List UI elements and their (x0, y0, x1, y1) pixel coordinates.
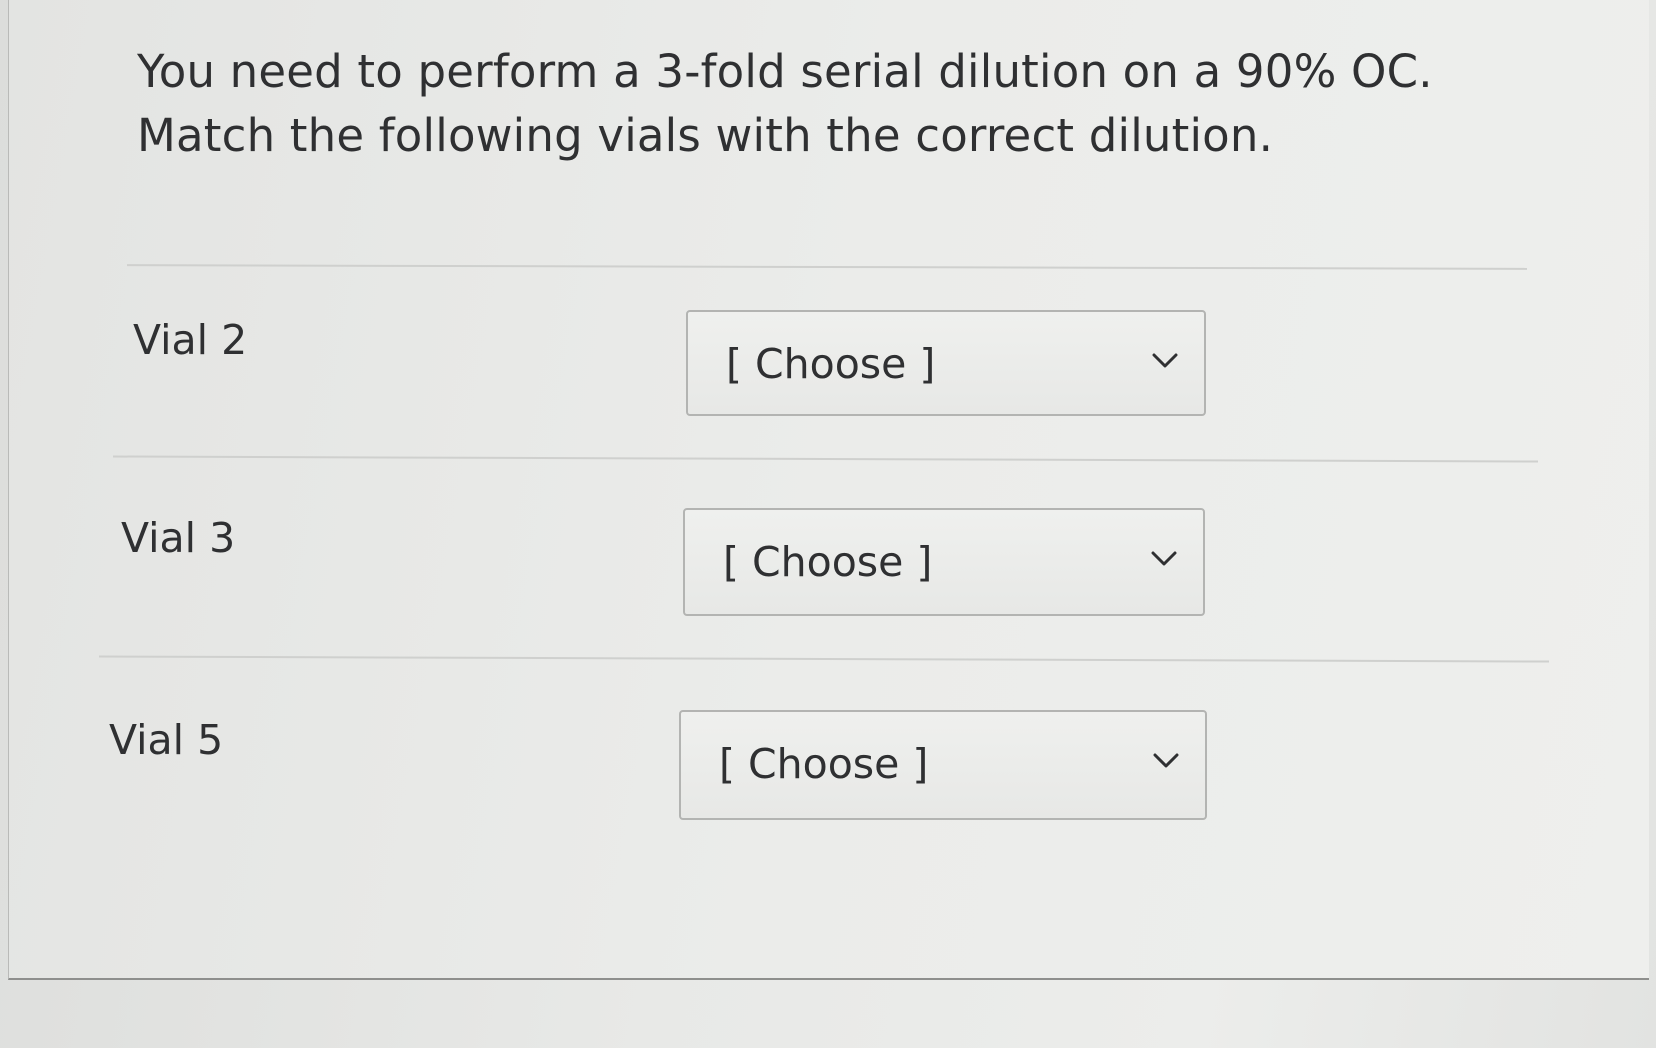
dilution-select-vial-3[interactable]: [ Choose ] (683, 508, 1205, 616)
divider-top (126, 264, 1528, 270)
chevron-down-icon (1152, 353, 1178, 368)
dilution-select-vial-2[interactable]: [ Choose ] (686, 310, 1206, 416)
select-value: [ Choose ] (719, 740, 929, 788)
vial-label: Vial 2 (133, 316, 248, 364)
select-value: [ Choose ] (726, 340, 936, 388)
select-value: [ Choose ] (723, 538, 933, 586)
vial-label: Vial 5 (109, 716, 224, 764)
question-text: You need to perform a 3-fold serial dilu… (137, 45, 1433, 162)
divider-2 (99, 655, 1549, 663)
question-card: You need to perform a 3-fold serial dilu… (8, 0, 1649, 980)
dilution-select-vial-5[interactable]: [ Choose ] (679, 710, 1207, 820)
chevron-down-icon (1151, 551, 1177, 566)
screen: You need to perform a 3-fold serial dilu… (0, 0, 1656, 1048)
vial-label: Vial 3 (121, 514, 236, 562)
divider-1 (113, 455, 1538, 463)
chevron-down-icon (1153, 753, 1179, 768)
